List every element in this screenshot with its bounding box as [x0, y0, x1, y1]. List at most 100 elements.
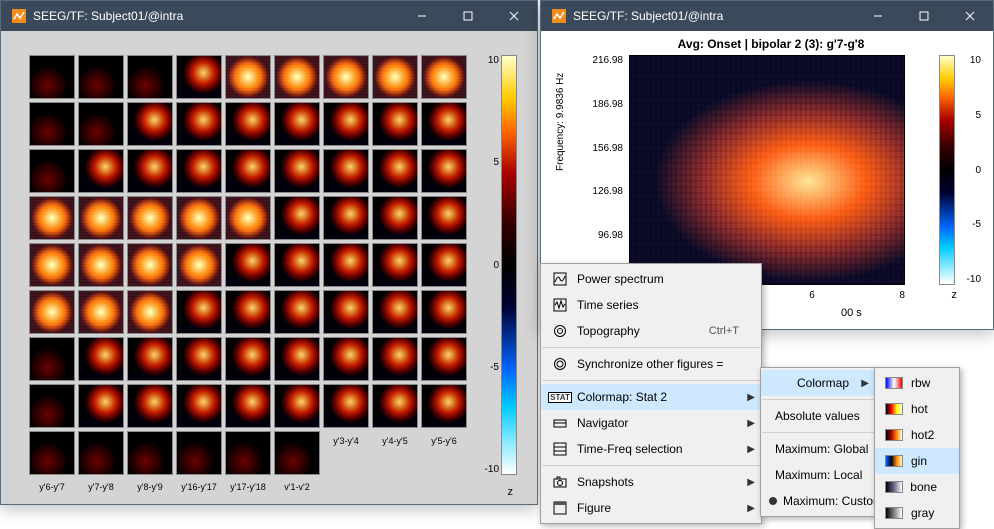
- spectrogram-cell[interactable]: [421, 384, 467, 428]
- spectrogram-cell[interactable]: [421, 102, 467, 146]
- colorbar[interactable]: [501, 55, 517, 475]
- spectrogram-cell[interactable]: [78, 290, 124, 334]
- spectrogram-cell[interactable]: [323, 384, 369, 428]
- spectrogram-cell[interactable]: [29, 337, 75, 381]
- spectrogram-cell[interactable]: [127, 102, 173, 146]
- spectrogram-cell[interactable]: [421, 149, 467, 193]
- spectrogram-cell[interactable]: [225, 384, 271, 428]
- titlebar[interactable]: SEEG/TF: Subject01/@intra: [1, 1, 537, 31]
- spectrogram-cell[interactable]: [127, 55, 173, 99]
- spectrogram-cell[interactable]: [372, 337, 418, 381]
- spectrogram-cell[interactable]: [176, 290, 222, 334]
- spectrogram-cell[interactable]: [372, 149, 418, 193]
- spectrogram-cell[interactable]: [372, 55, 418, 99]
- spectrogram-cell[interactable]: [421, 337, 467, 381]
- menu-item[interactable]: Synchronize other figures =: [541, 351, 761, 377]
- spectrogram-cell[interactable]: [176, 149, 222, 193]
- spectrogram-cell[interactable]: [78, 384, 124, 428]
- colormap-option[interactable]: rbw: [875, 370, 959, 396]
- spectrogram-cell[interactable]: [176, 196, 222, 240]
- spectrogram-cell[interactable]: [29, 384, 75, 428]
- spectrogram-cell[interactable]: [225, 149, 271, 193]
- menu-item[interactable]: Maximum: Global: [761, 436, 875, 462]
- spectrogram-cell[interactable]: [29, 196, 75, 240]
- menu-item[interactable]: Snapshots▶: [541, 469, 761, 495]
- spectrogram-cell[interactable]: [176, 243, 222, 287]
- menu-item[interactable]: Absolute values: [761, 403, 875, 429]
- menu-item[interactable]: TopographyCtrl+T: [541, 318, 761, 344]
- spectrogram-cell[interactable]: [78, 102, 124, 146]
- spectrogram-cell[interactable]: [421, 196, 467, 240]
- spectrogram-cell[interactable]: [127, 243, 173, 287]
- menu-item[interactable]: STATColormap: Stat 2▶: [541, 384, 761, 410]
- colormap-option[interactable]: bone: [875, 474, 959, 500]
- spectrogram-cell[interactable]: [29, 149, 75, 193]
- spectrogram-cell[interactable]: [78, 196, 124, 240]
- spectrogram-cell[interactable]: [29, 290, 75, 334]
- spectrogram-cell[interactable]: [323, 102, 369, 146]
- spectrogram-cell[interactable]: [323, 243, 369, 287]
- spectrogram-cell[interactable]: [274, 243, 320, 287]
- spectrogram-cell[interactable]: [225, 243, 271, 287]
- spectrogram-cell[interactable]: [372, 196, 418, 240]
- spectrogram-cell[interactable]: [127, 337, 173, 381]
- spectrogram-cell[interactable]: [176, 55, 222, 99]
- spectrogram-cell[interactable]: [274, 196, 320, 240]
- minimize-button[interactable]: [399, 1, 445, 31]
- spectrogram-cell[interactable]: [29, 243, 75, 287]
- spectrogram-cell[interactable]: [29, 102, 75, 146]
- menu-item[interactable]: Figure▶: [541, 495, 761, 521]
- spectrogram-cell[interactable]: [274, 384, 320, 428]
- close-button[interactable]: [947, 1, 993, 31]
- spectrogram-cell[interactable]: [274, 55, 320, 99]
- menu-item[interactable]: Navigator▶: [541, 410, 761, 436]
- spectrogram-cell[interactable]: [323, 290, 369, 334]
- spectrogram-cell[interactable]: [127, 384, 173, 428]
- spectrogram-cell[interactable]: [78, 337, 124, 381]
- spectrogram-cell[interactable]: [225, 102, 271, 146]
- minimize-button[interactable]: [855, 1, 901, 31]
- spectrogram-cell[interactable]: [372, 290, 418, 334]
- spectrogram-cell[interactable]: [78, 149, 124, 193]
- spectrogram-cell[interactable]: [225, 55, 271, 99]
- spectrogram-cell[interactable]: [372, 384, 418, 428]
- menu-item[interactable]: Maximum: Custom...: [761, 488, 875, 514]
- close-button[interactable]: [491, 1, 537, 31]
- spectrogram-cell[interactable]: [323, 196, 369, 240]
- menu-item[interactable]: Maximum: Local: [761, 462, 875, 488]
- spectrogram-cell[interactable]: [323, 149, 369, 193]
- spectrogram-cell[interactable]: [372, 243, 418, 287]
- menu-item[interactable]: Power spectrum: [541, 266, 761, 292]
- spectrogram-cell[interactable]: [225, 196, 271, 240]
- colorbar[interactable]: [939, 55, 955, 285]
- spectrogram-cell[interactable]: [421, 290, 467, 334]
- spectrogram-cell[interactable]: [176, 102, 222, 146]
- spectrogram-cell[interactable]: [127, 149, 173, 193]
- colormap-option[interactable]: hot2: [875, 422, 959, 448]
- spectrogram-cell[interactable]: [274, 102, 320, 146]
- spectrogram-cell[interactable]: [127, 196, 173, 240]
- spectrogram-plot[interactable]: [629, 55, 905, 285]
- maximize-button[interactable]: [445, 1, 491, 31]
- spectrogram-cell[interactable]: [127, 290, 173, 334]
- colormap-option[interactable]: gray: [875, 500, 959, 526]
- spectrogram-cell[interactable]: [29, 55, 75, 99]
- spectrogram-cell[interactable]: [78, 55, 124, 99]
- spectrogram-cell[interactable]: [225, 337, 271, 381]
- colormap-option[interactable]: gin: [875, 448, 959, 474]
- menu-item[interactable]: Time-Freq selection▶: [541, 436, 761, 462]
- colormap-option[interactable]: hot: [875, 396, 959, 422]
- spectrogram-cell[interactable]: [421, 243, 467, 287]
- spectrogram-cell[interactable]: [323, 55, 369, 99]
- spectrogram-cell[interactable]: [323, 337, 369, 381]
- spectrogram-cell[interactable]: [176, 337, 222, 381]
- spectrogram-cell[interactable]: [176, 384, 222, 428]
- spectrogram-cell[interactable]: [421, 55, 467, 99]
- menu-item[interactable]: Time series: [541, 292, 761, 318]
- maximize-button[interactable]: [901, 1, 947, 31]
- spectrogram-cell[interactable]: [274, 290, 320, 334]
- menu-item[interactable]: Colormap▶: [761, 370, 875, 396]
- spectrogram-cell[interactable]: [274, 149, 320, 193]
- spectrogram-cell[interactable]: [372, 102, 418, 146]
- spectrogram-cell[interactable]: [274, 337, 320, 381]
